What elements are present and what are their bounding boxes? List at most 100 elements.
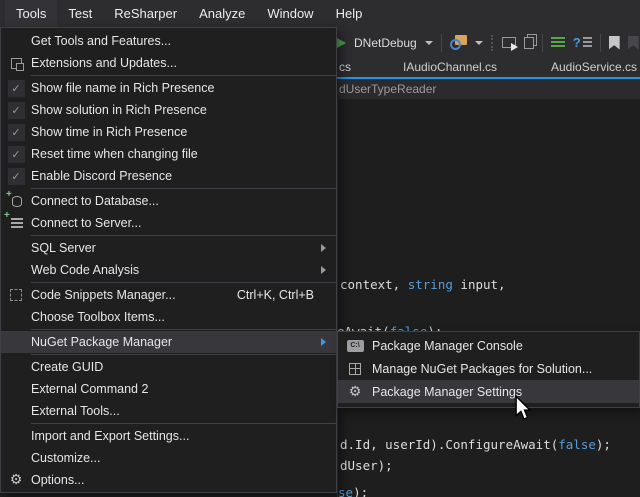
tab-audioservice[interactable]: AudioService.cs: [551, 58, 637, 77]
code-text: );: [596, 437, 611, 452]
code-keyword: string: [408, 277, 453, 292]
code-text: input,: [453, 277, 506, 292]
menu-item-label: Web Code Analysis: [31, 263, 321, 277]
menu-separator: [31, 75, 336, 76]
menu-item-get-tools-and-features[interactable]: Get Tools and Features...: [1, 30, 336, 52]
menu-separator: [31, 188, 336, 189]
checkmark-icon: [8, 80, 25, 97]
menu-item-code-snippets-manager[interactable]: Code Snippets Manager... Ctrl+K, Ctrl+B: [1, 284, 336, 306]
menu-icon-slot: [1, 80, 31, 97]
menu-item-customize[interactable]: Customize...: [1, 447, 336, 469]
submenu-item-manage-nuget-packages[interactable]: Manage NuGet Packages for Solution...: [338, 357, 639, 380]
code-line: dUser);: [340, 458, 393, 473]
code-text: d.Id, userId).ConfigureAwait(: [340, 437, 558, 452]
submenu-arrow-icon: [321, 338, 326, 346]
toolbar-separator: [600, 34, 601, 52]
menu-icon-slot: [1, 218, 31, 229]
menu-item-label: Options...: [31, 473, 328, 487]
menubar-item-resharper[interactable]: ReSharper: [103, 0, 188, 27]
submenu-arrow-icon: [321, 266, 326, 274]
tab-partial[interactable]: cs: [339, 58, 351, 77]
menu-item-sql-server[interactable]: SQL Server: [1, 237, 336, 259]
menu-item-options[interactable]: Options...: [1, 469, 336, 491]
start-debug-icon[interactable]: [337, 38, 346, 48]
nuget-submenu: Package Manager Console Manage NuGet Pac…: [337, 331, 640, 408]
menu-item-choose-toolbox-items[interactable]: Choose Toolbox Items...: [1, 306, 336, 328]
menu-item-reset-time[interactable]: Reset time when changing file: [1, 143, 336, 165]
checkmark-icon: [8, 124, 25, 141]
code-keyword: false: [558, 437, 596, 452]
menu-item-external-tools[interactable]: External Tools...: [1, 400, 336, 422]
menu-item-label: Import and Export Settings...: [31, 429, 328, 443]
menu-item-extensions-and-updates[interactable]: Extensions and Updates...: [1, 52, 336, 74]
find-in-files-icon[interactable]: [450, 35, 467, 50]
menu-icon-slot: [338, 385, 372, 399]
toolbar-grip[interactable]: [491, 35, 494, 51]
server-icon: [11, 218, 23, 229]
menu-item-external-command-2[interactable]: External Command 2: [1, 378, 336, 400]
menubar-item-help[interactable]: Help: [325, 0, 374, 27]
toolbar-separator: [441, 34, 442, 52]
menu-icon-slot: [1, 473, 31, 487]
tab-iaudiochannel[interactable]: IAudioChannel.cs: [403, 58, 497, 77]
menu-item-show-solution[interactable]: Show solution in Rich Presence: [1, 99, 336, 121]
menu-icon-slot: [338, 363, 372, 375]
code-keyword: se: [338, 485, 353, 497]
menubar-item-tools[interactable]: Tools: [5, 0, 57, 27]
bookmark-icon[interactable]: [609, 36, 620, 50]
menu-item-label: Show time in Rich Presence: [31, 125, 328, 139]
checkmark-icon: [8, 102, 25, 119]
menu-item-label: External Command 2: [31, 382, 328, 396]
mouse-cursor: [514, 395, 532, 421]
menu-item-label: Connect to Server...: [31, 216, 328, 230]
menubar-item-window[interactable]: Window: [256, 0, 324, 27]
code-line: context, string input,: [340, 277, 506, 292]
tools-menu: Get Tools and Features... Extensions and…: [0, 27, 337, 493]
gear-icon: [10, 473, 23, 487]
prev-bookmark-icon[interactable]: [628, 36, 639, 50]
copy-icon[interactable]: [524, 37, 534, 49]
menu-item-label: Customize...: [31, 451, 328, 465]
menu-item-enable-discord-presence[interactable]: Enable Discord Presence: [1, 165, 336, 187]
menu-icon-slot: [1, 58, 31, 69]
menubar-item-test[interactable]: Test: [57, 0, 103, 27]
menu-item-show-time[interactable]: Show time in Rich Presence: [1, 121, 336, 143]
menu-separator: [31, 354, 336, 355]
package-icon: [349, 363, 361, 375]
menu-icon-slot: [338, 340, 372, 352]
submenu-item-package-manager-settings[interactable]: Package Manager Settings: [338, 380, 639, 403]
menu-item-label: Choose Toolbox Items...: [31, 310, 328, 324]
menu-item-label: Show solution in Rich Presence: [31, 103, 328, 117]
code-line: se);: [338, 485, 368, 497]
menu-separator: [31, 423, 336, 424]
comment-help-icon[interactable]: [573, 36, 592, 49]
extensions-icon: [11, 58, 22, 69]
menu-icon-slot: [1, 168, 31, 185]
menu-item-connect-to-server[interactable]: Connect to Server...: [1, 212, 336, 234]
code-text: );: [353, 485, 368, 497]
format-indent-icon[interactable]: [551, 37, 565, 49]
menu-item-label: Get Tools and Features...: [31, 34, 328, 48]
submenu-item-package-manager-console[interactable]: Package Manager Console: [338, 334, 639, 357]
menu-icon-slot: [1, 102, 31, 119]
checkmark-icon: [8, 168, 25, 185]
chevron-down-icon[interactable]: [475, 41, 483, 45]
menu-icon-slot: [1, 124, 31, 141]
menu-item-web-code-analysis[interactable]: Web Code Analysis: [1, 259, 336, 281]
menubar-item-analyze[interactable]: Analyze: [188, 0, 256, 27]
menu-separator: [31, 282, 336, 283]
menu-item-create-guid[interactable]: Create GUID: [1, 356, 336, 378]
menu-item-connect-to-database[interactable]: Connect to Database...: [1, 190, 336, 212]
menu-item-label: Code Snippets Manager...: [31, 288, 237, 302]
toolbar-separator: [542, 34, 543, 52]
menu-item-show-file-name[interactable]: Show file name in Rich Presence: [1, 77, 336, 99]
chevron-down-icon[interactable]: [425, 41, 433, 45]
menu-item-import-export-settings[interactable]: Import and Export Settings...: [1, 425, 336, 447]
selection-mode-icon[interactable]: [502, 37, 516, 48]
menu-item-label: Create GUID: [31, 360, 328, 374]
gear-icon: [349, 385, 362, 399]
menu-item-nuget-package-manager[interactable]: NuGet Package Manager: [1, 331, 336, 353]
menu-item-label: Package Manager Settings: [372, 385, 639, 399]
console-icon: [347, 340, 364, 352]
run-config-label[interactable]: DNetDebug: [354, 36, 417, 50]
